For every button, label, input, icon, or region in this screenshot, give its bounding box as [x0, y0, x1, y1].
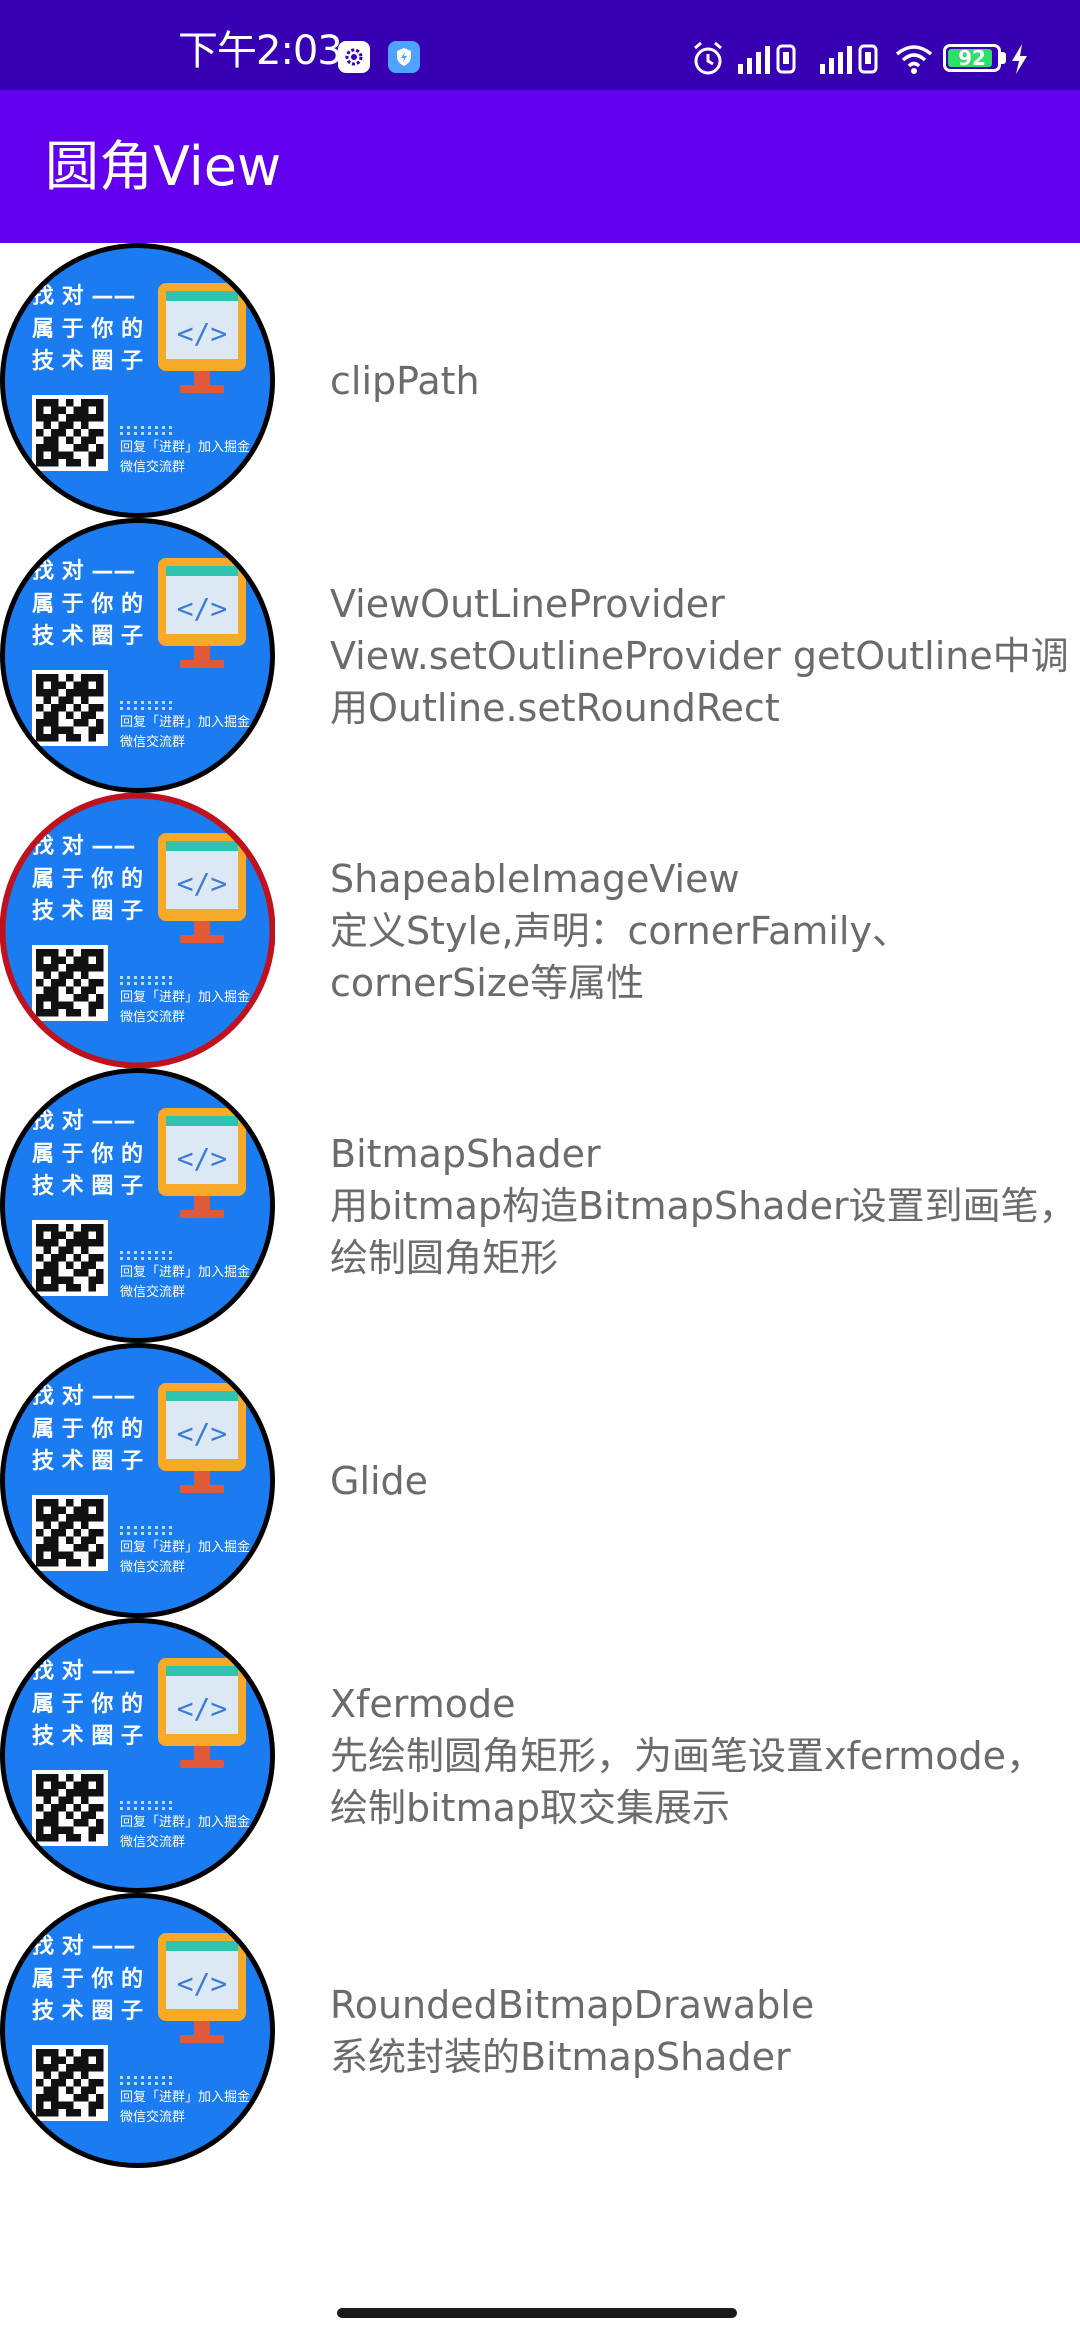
item-description: Glide [330, 1343, 1070, 1618]
list-item[interactable]: 找 对 —— 属 于 你 的 技 术 圈 子 </> 回复「进群」加入掘金 微信… [0, 1068, 1080, 1343]
svg-text:微信交流群: 微信交流群 [120, 1284, 185, 1300]
svg-text:微信交流群: 微信交流群 [120, 2109, 185, 2125]
rounded-thumbnail-image: 找 对 —— 属 于 你 的 技 术 圈 子 </> 回复「进群」加入掘金 微信… [0, 1068, 275, 1343]
item-text-line: 用Outline.setRoundRect [330, 685, 780, 730]
svg-text:属 于 你 的: 属 于 你 的 [32, 1141, 143, 1167]
item-text-line: 先绘制圆角矩形，为画笔设置xfermode， [330, 1733, 1044, 1778]
svg-text:回复「进群」加入掘金: 回复「进群」加入掘金 [120, 439, 250, 455]
shield-badge-icon [388, 41, 420, 73]
svg-text:技 术 圈 子: 技 术 圈 子 [32, 1724, 143, 1749]
app-bar: 圆角View [0, 90, 1080, 243]
svg-text:微信交流群: 微信交流群 [120, 1834, 185, 1850]
item-text-line: 定义Style,声明：cornerFamily、 [330, 908, 910, 953]
signal-2-icon [820, 44, 878, 74]
status-time: 下午2:03 [178, 28, 343, 74]
rounded-thumbnail-image: 找 对 —— 属 于 你 的 技 术 圈 子 </> 回复「进群」加入掘金 微信… [0, 1343, 275, 1618]
list-item[interactable]: 找 对 —— 属 于 你 的 技 术 圈 子 </> 回复「进群」加入掘金 微信… [0, 1618, 1080, 1893]
svg-text:属 于 你 的: 属 于 你 的 [32, 1691, 143, 1717]
list-item[interactable]: 找 对 —— 属 于 你 的 技 术 圈 子 </> 回复「进群」加入掘金 微信… [0, 518, 1080, 793]
svg-text:</>: </> [177, 1417, 228, 1450]
item-text-line: Glide [330, 1458, 429, 1503]
list-item[interactable]: 找 对 —— 属 于 你 的 技 术 圈 子 </> 回复「进群」加入掘金 微信… [0, 792, 1080, 1069]
rounded-thumbnail-image: 找 对 —— 属 于 你 的 技 术 圈 子 </> 回复「进群」加入掘金 微信… [0, 518, 275, 793]
svg-text:技 术 圈 子: 技 术 圈 子 [32, 899, 143, 924]
svg-text:技 术 圈 子: 技 术 圈 子 [32, 1174, 143, 1199]
svg-text:属 于 你 的: 属 于 你 的 [32, 1416, 143, 1442]
battery-icon: 92 [943, 44, 1001, 72]
item-text-line: BitmapShader [330, 1131, 601, 1176]
wifi-icon [895, 45, 933, 74]
battery-cap [1001, 52, 1006, 64]
svg-text:</>: </> [177, 867, 228, 900]
svg-text:找 对 ——: 找 对 —— [32, 284, 135, 309]
item-text-line: ViewOutLineProvider [330, 581, 725, 626]
svg-text:</>: </> [177, 592, 228, 625]
svg-text:找 对 ——: 找 对 —— [32, 559, 135, 584]
settings-badge-icon [338, 41, 370, 73]
svg-text:回复「进群」加入掘金: 回复「进群」加入掘金 [120, 1539, 250, 1555]
rounded-thumbnail-image: 找 对 —— 属 于 你 的 技 术 圈 子 </> 回复「进群」加入掘金 微信… [0, 1893, 275, 2168]
item-description: RoundedBitmapDrawable 系统封装的BitmapShader [330, 1893, 1070, 2168]
item-text-line: 绘制bitmap取交集展示 [330, 1785, 731, 1830]
status-bar: 下午2:03 92 [0, 0, 1080, 90]
svg-text:回复「进群」加入掘金: 回复「进群」加入掘金 [120, 1264, 250, 1280]
svg-text:回复「进群」加入掘金: 回复「进群」加入掘金 [120, 1814, 250, 1830]
rounded-thumbnail-image: 找 对 —— 属 于 你 的 技 术 圈 子 </> 回复「进群」加入掘金 微信… [0, 792, 276, 1069]
svg-text:找 对 ——: 找 对 —— [32, 834, 135, 859]
list-item[interactable]: 找 对 —— 属 于 你 的 技 术 圈 子 </> 回复「进群」加入掘金 微信… [0, 1343, 1080, 1618]
item-text-line: RoundedBitmapDrawable [330, 1982, 815, 2027]
rounded-thumbnail-image: 找 对 —— 属 于 你 的 技 术 圈 子 </> 回复「进群」加入掘金 微信… [0, 243, 275, 518]
item-text-line: cornerSize等属性 [330, 960, 645, 1005]
svg-text:回复「进群」加入掘金: 回复「进群」加入掘金 [120, 2089, 250, 2105]
page-title: 圆角View [45, 135, 282, 198]
item-text-line: clipPath [330, 358, 480, 403]
rounded-view-list[interactable]: 找 对 —— 属 于 你 的 技 术 圈 子 </> 回复「进群」加入掘金 微信… [0, 243, 1080, 2168]
item-text-line: 系统封装的BitmapShader [330, 2034, 791, 2079]
item-text-line: 用bitmap构造BitmapShader设置到画笔， [330, 1183, 1077, 1228]
alarm-icon [694, 41, 722, 75]
item-description: ShapeableImageView 定义Style,声明：cornerFamil… [330, 793, 1070, 1068]
svg-text:找 对 ——: 找 对 —— [32, 1934, 135, 1959]
rounded-thumbnail-image: 找 对 —— 属 于 你 的 技 术 圈 子 </> 回复「进群」加入掘金 微信… [0, 1618, 275, 1893]
svg-text:找 对 ——: 找 对 —— [32, 1659, 135, 1684]
battery-percent: 92 [958, 46, 986, 70]
svg-text:微信交流群: 微信交流群 [120, 459, 185, 475]
svg-text:技 术 圈 子: 技 术 圈 子 [32, 1449, 143, 1474]
item-text-line: ShapeableImageView [330, 856, 740, 901]
charging-icon [1012, 44, 1027, 74]
svg-text:微信交流群: 微信交流群 [120, 1009, 185, 1025]
svg-text:</>: </> [177, 1967, 228, 2000]
svg-text:微信交流群: 微信交流群 [120, 734, 185, 750]
item-description: clipPath [330, 243, 1070, 518]
item-text-line: 绘制圆角矩形 [330, 1235, 559, 1280]
svg-text:属 于 你 的: 属 于 你 的 [32, 866, 143, 892]
svg-text:</>: </> [177, 1142, 228, 1175]
item-description: BitmapShader 用bitmap构造BitmapShader设置到画笔， 绘… [330, 1068, 1077, 1343]
item-text-line: View.setOutlineProvider getOutline中调 [330, 633, 1069, 678]
svg-text:微信交流群: 微信交流群 [120, 1559, 185, 1575]
home-indicator[interactable] [337, 2308, 737, 2318]
signal-1-icon [738, 44, 796, 74]
list-item[interactable]: 找 对 —— 属 于 你 的 技 术 圈 子 </> 回复「进群」加入掘金 微信… [0, 1893, 1080, 2168]
svg-text:属 于 你 的: 属 于 你 的 [32, 591, 143, 617]
svg-text:</>: </> [177, 1692, 228, 1725]
item-description: ViewOutLineProvider View.setOutlineProvid… [330, 518, 1070, 793]
svg-text:技 术 圈 子: 技 术 圈 子 [32, 349, 143, 374]
svg-text:属 于 你 的: 属 于 你 的 [32, 1966, 143, 1992]
svg-text:找 对 ——: 找 对 —— [32, 1109, 135, 1134]
item-text-line: Xfermode [330, 1681, 516, 1726]
svg-text:回复「进群」加入掘金: 回复「进群」加入掘金 [120, 989, 250, 1005]
svg-text:找 对 ——: 找 对 —— [32, 1384, 135, 1409]
svg-text:属 于 你 的: 属 于 你 的 [32, 316, 143, 342]
svg-text:</>: </> [177, 317, 228, 350]
item-description: Xfermode 先绘制圆角矩形，为画笔设置xfermode， 绘制bitmap取交… [330, 1618, 1070, 1893]
svg-text:回复「进群」加入掘金: 回复「进群」加入掘金 [120, 714, 250, 730]
svg-text:技 术 圈 子: 技 术 圈 子 [32, 1999, 143, 2024]
svg-text:技 术 圈 子: 技 术 圈 子 [32, 624, 143, 649]
list-item[interactable]: 找 对 —— 属 于 你 的 技 术 圈 子 </> 回复「进群」加入掘金 微信… [0, 243, 1080, 518]
